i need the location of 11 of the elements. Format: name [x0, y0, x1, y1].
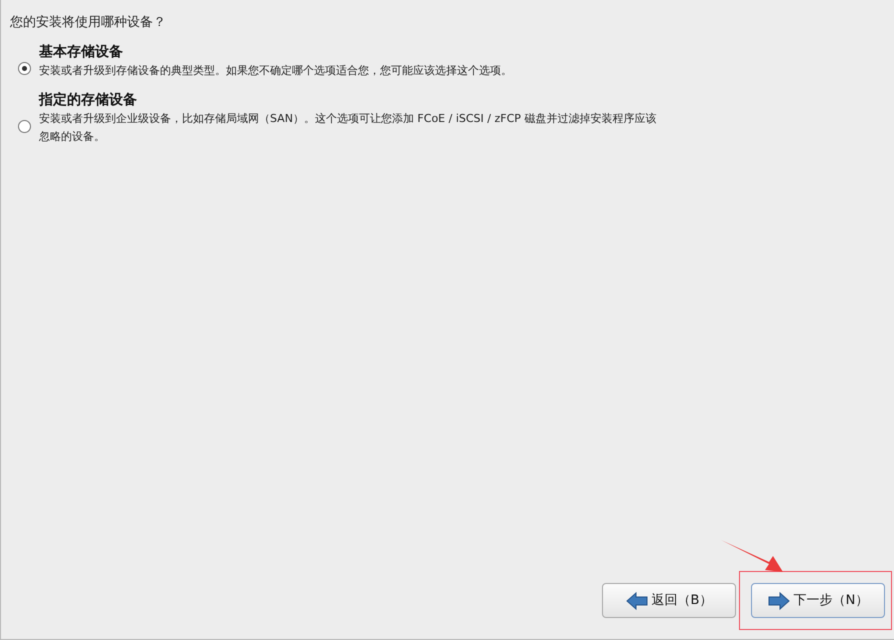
- option-title: 基本存储设备: [39, 43, 124, 62]
- right-arrow-icon: [768, 592, 790, 610]
- radio-button[interactable]: [18, 62, 31, 75]
- left-arrow-icon: [626, 592, 648, 610]
- next-button[interactable]: 下一步（N）: [751, 583, 885, 618]
- option-description: 安装或者升级到存储设备的典型类型。如果您不确定哪个选项适合您，您可能应该选择这个选项。: [39, 63, 512, 79]
- option-description: 安装或者升级到企业级设备，比如存储局域网（SAN）。这个选项可让您添加 FCoE / iSCSI / zFCP 磁盘并过滤掉安装程序应该忽略的设备。: [39, 111, 658, 145]
- question-text: 您的安装将使用哪种设备？: [10, 14, 166, 32]
- option-title: 指定的存储设备: [39, 90, 138, 110]
- back-button[interactable]: 返回（B）: [602, 583, 736, 618]
- radio-button[interactable]: [18, 120, 31, 133]
